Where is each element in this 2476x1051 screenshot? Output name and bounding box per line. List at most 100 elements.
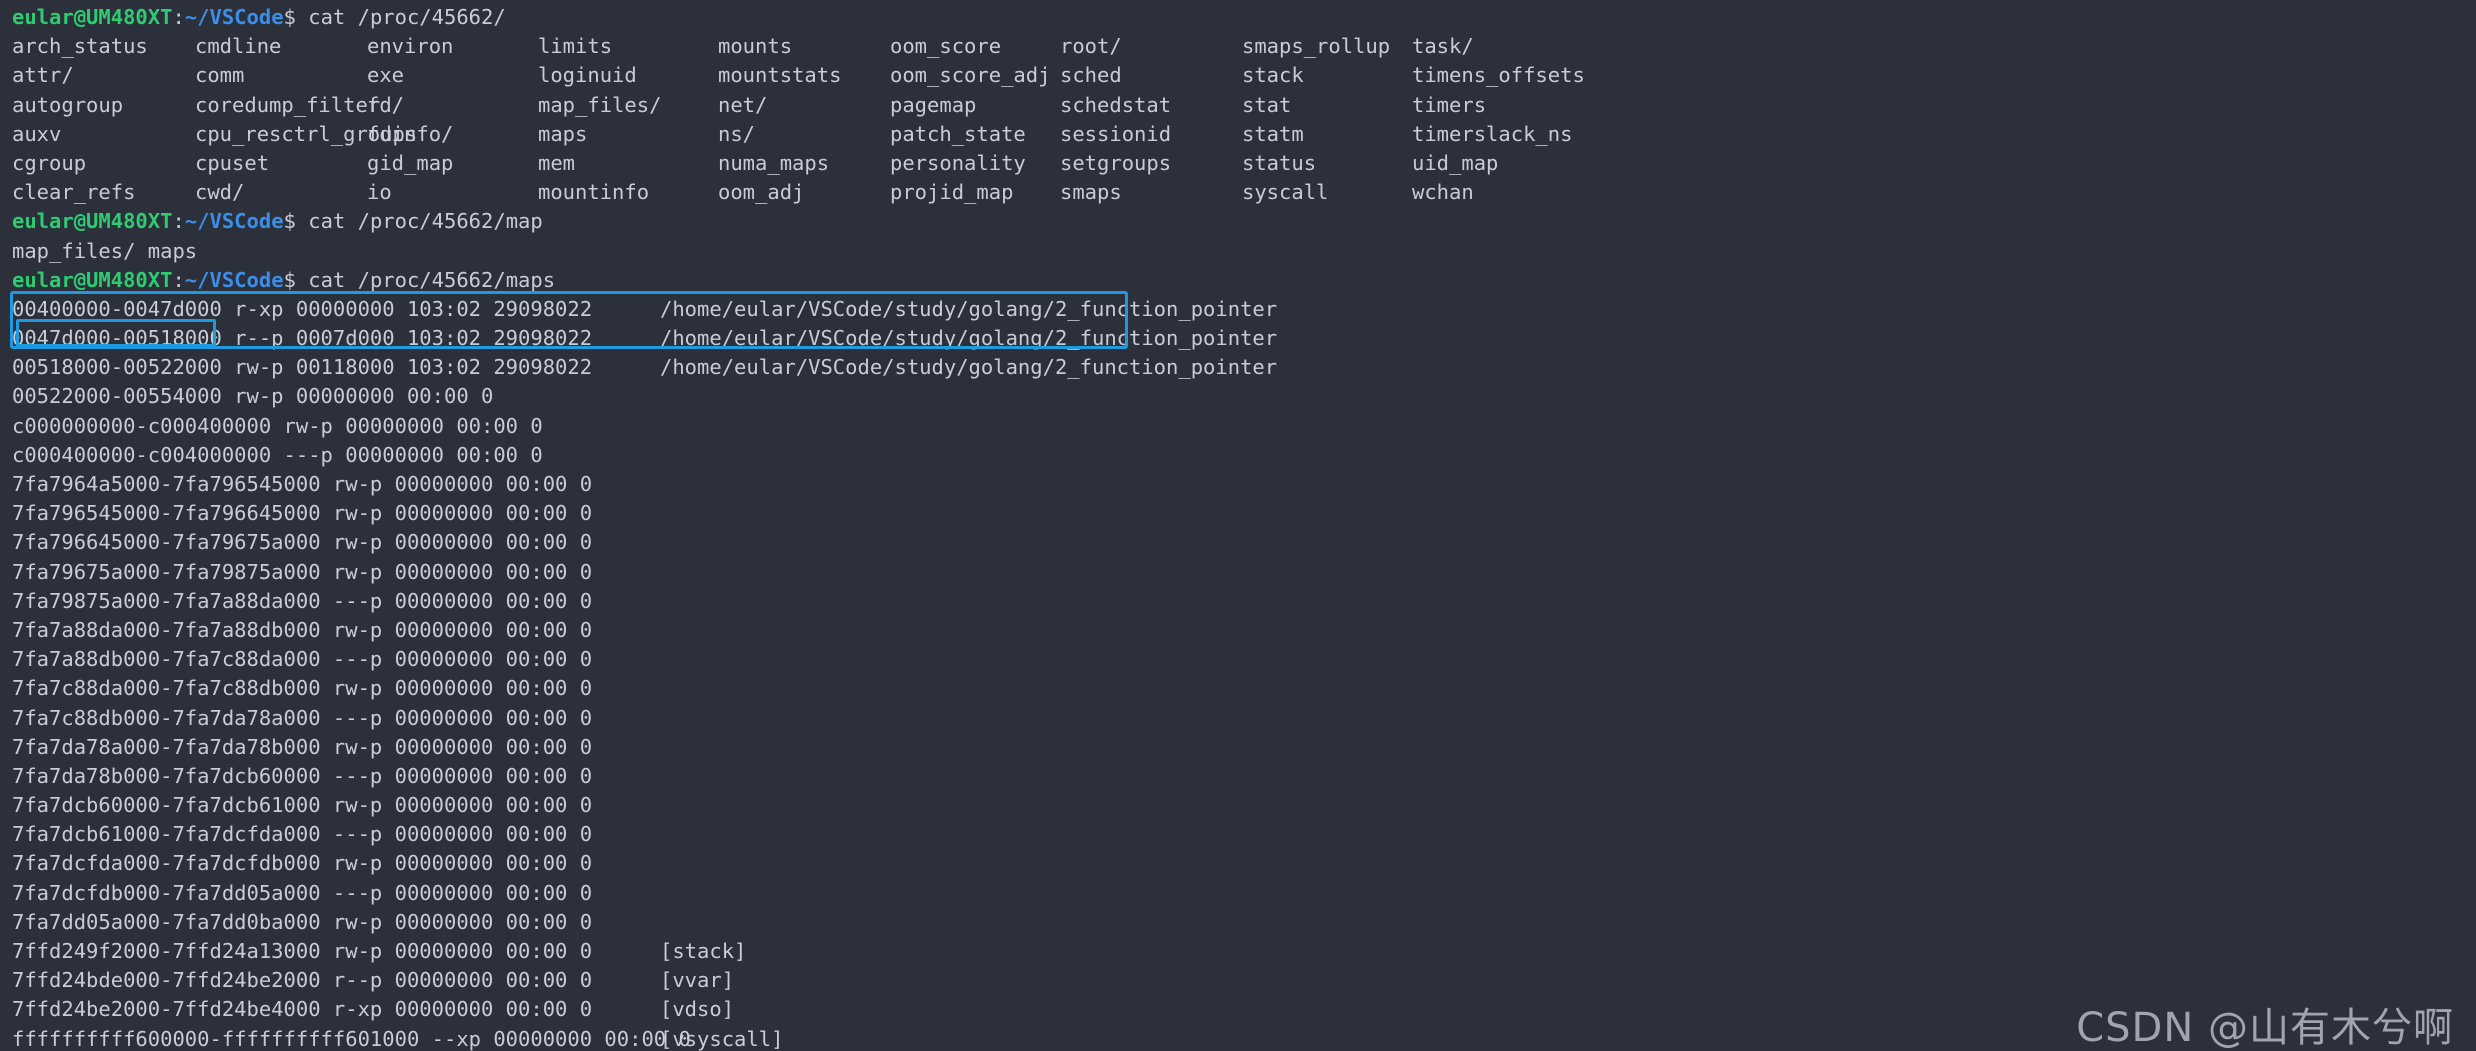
proc-entry: timers — [1412, 92, 1487, 117]
maps-address: 7fa79875a000-7fa7a88da000 ---p 00000000 … — [12, 588, 593, 613]
proc-entry: gid_map — [367, 150, 454, 175]
proc-entry: stat — [1242, 92, 1292, 117]
maps-row: c000400000-c004000000 ---p 00000000 00:0… — [0, 441, 2476, 470]
proc-entry: cgroup — [12, 150, 87, 175]
maps-address: 7fa7da78b000-7fa7dcb60000 ---p 00000000 … — [12, 763, 593, 788]
maps-path: [vvar] — [660, 968, 735, 993]
maps-row: 7fa796545000-7fa796645000 rw-p 00000000 … — [0, 499, 2476, 528]
maps-address: 7fa796545000-7fa796645000 rw-p 00000000 … — [12, 501, 593, 526]
maps-address: 00400000-0047d000 r-xp 00000000 103:02 2… — [12, 296, 593, 321]
maps-address: ffffffffff600000-ffffffffff601000 --xp 0… — [12, 1026, 691, 1051]
maps-row: 7fa7dcfdb000-7fa7dd05a000 ---p 00000000 … — [0, 879, 2476, 908]
maps-address: c000400000-c004000000 ---p 00000000 00:0… — [12, 442, 543, 467]
proc-entry: arch_status — [12, 34, 148, 59]
prompt-sigil: $ — [283, 267, 296, 292]
maps-address: 7fa7dcfda000-7fa7dcfdb000 rw-p 00000000 … — [12, 851, 593, 876]
proc-entry: autogroup — [12, 92, 124, 117]
proc-entry: task/ — [1412, 34, 1474, 59]
maps-row: 00518000-00522000 rw-p 00118000 103:02 2… — [0, 353, 2476, 382]
maps-row: 7fa7dcfda000-7fa7dcfdb000 rw-p 00000000 … — [0, 849, 2476, 878]
maps-address: 7fa7da78a000-7fa7da78b000 rw-p 00000000 … — [12, 734, 593, 759]
proc-listing-row: autogroup coredump_filter fd/ map_files/… — [0, 91, 2476, 120]
maps-address: 00522000-00554000 rw-p 00000000 00:00 0 — [12, 384, 494, 409]
prompt-cwd: ~/VSCode — [184, 209, 284, 234]
prompt-user-host: eular@UM480XT — [12, 5, 173, 29]
maps-path: /home/eular/VSCode/study/golang/2_functi… — [660, 355, 1278, 380]
maps-row: 7fa796645000-7fa79675a000 rw-p 00000000 … — [0, 528, 2476, 557]
proc-entry: ns/ — [718, 121, 756, 146]
proc-entry: environ — [367, 34, 454, 59]
proc-entry: root/ — [1060, 34, 1122, 59]
proc-entry: attr/ — [12, 63, 74, 88]
csdn-watermark: CSDN @山有木兮啊 — [2076, 1004, 2454, 1051]
maps-address: 7fa7964a5000-7fa796545000 rw-p 00000000 … — [12, 472, 593, 496]
command-text-3: cat /proc/45662/maps — [295, 267, 556, 292]
proc-entry: smaps_rollup — [1242, 34, 1391, 59]
maps-row: 7ffd24bde000-7ffd24be2000 r--p 00000000 … — [0, 966, 2476, 995]
proc-entry: schedstat — [1060, 92, 1172, 117]
maps-row: 7fa7da78b000-7fa7dcb60000 ---p 00000000 … — [0, 762, 2476, 791]
proc-entry: status — [1242, 150, 1317, 175]
maps-address: 7fa7dcb61000-7fa7dcfda000 ---p 00000000 … — [12, 822, 593, 847]
proc-entry: oom_adj — [718, 180, 805, 205]
maps-row: 7fa79875a000-7fa7a88da000 ---p 00000000 … — [0, 587, 2476, 616]
maps-row: 7fa79675a000-7fa79875a000 rw-p 00000000 … — [0, 558, 2476, 587]
maps-address: 7fa796645000-7fa79675a000 rw-p 00000000 … — [12, 530, 593, 555]
prompt-sigil: $ — [283, 5, 296, 29]
proc-entry: timens_offsets — [1412, 63, 1585, 88]
proc-entry: setgroups — [1060, 150, 1172, 175]
prompt-user-host: eular@UM480XT — [12, 209, 173, 234]
maps-row: 7fa7dcb61000-7fa7dcfda000 ---p 00000000 … — [0, 820, 2476, 849]
maps-address: 7ffd24bde000-7ffd24be2000 r--p 00000000 … — [12, 968, 593, 993]
proc-entry: fd/ — [367, 92, 405, 117]
proc-entry: cmdline — [195, 34, 282, 59]
proc-entry: oom_score — [890, 34, 1002, 59]
proc-entry: stack — [1242, 63, 1304, 88]
proc-entry: mountinfo — [538, 180, 650, 205]
maps-address: 7ffd249f2000-7ffd24a13000 rw-p 00000000 … — [12, 939, 593, 963]
maps-address: 7fa7dd05a000-7fa7dd0ba000 rw-p 00000000 … — [12, 909, 593, 934]
proc-listing-row: cgroup cpuset gid_map mem numa_maps pers… — [0, 149, 2476, 178]
maps-address: 00518000-00522000 rw-p 00118000 103:02 2… — [12, 355, 593, 380]
maps-row: c000000000-c000400000 rw-p 00000000 00:0… — [0, 412, 2476, 441]
maps-row: 7fa7c88da000-7fa7c88db000 rw-p 00000000 … — [0, 674, 2476, 703]
command-text-2: cat /proc/45662/map — [295, 209, 543, 234]
maps-path: /home/eular/VSCode/study/golang/2_functi… — [660, 326, 1278, 351]
maps-address: c000000000-c000400000 rw-p 00000000 00:0… — [12, 413, 543, 438]
proc-entry: pagemap — [890, 92, 977, 117]
proc-entry: fdinfo/ — [367, 121, 454, 146]
proc-entry: oom_score_adj — [890, 63, 1051, 88]
maps-path: [stack] — [660, 939, 747, 963]
proc-listing-row: arch_status cmdline environ limits mount… — [0, 32, 2476, 61]
maps-path: [vdso] — [660, 997, 735, 1022]
maps-address: 7fa79675a000-7fa79875a000 rw-p 00000000 … — [12, 559, 593, 584]
proc-entry: sched — [1060, 63, 1122, 88]
proc-entry: limits — [538, 34, 613, 59]
prompt-line-2: eular@UM480XT:~/VSCode$ cat /proc/45662/… — [0, 207, 2476, 236]
command-text-1: cat /proc/45662/ — [295, 5, 506, 29]
terminal-window: eular@UM480XT:~/VSCode$ cat /proc/45662/… — [0, 0, 2476, 1051]
proc-listing-row: clear_refs cwd/ io mountinfo oom_adj pro… — [0, 178, 2476, 207]
maps-row: 7ffd249f2000-7ffd24a13000 rw-p 00000000 … — [0, 937, 2476, 966]
maps-address: 7fa7a88da000-7fa7a88db000 rw-p 00000000 … — [12, 617, 593, 642]
maps-address: 7fa7c88db000-7fa7da78a000 ---p 00000000 … — [12, 705, 593, 730]
maps-row: 7fa7dd05a000-7fa7dd0ba000 rw-p 00000000 … — [0, 908, 2476, 937]
prompt-separator: : — [172, 209, 185, 234]
map-completion-text: map_files/ maps — [12, 238, 198, 263]
proc-entry: clear_refs — [12, 180, 136, 205]
proc-entry: wchan — [1412, 180, 1474, 205]
proc-entry: cpuset — [195, 150, 270, 175]
maps-row: 0047d000-00518000 r--p 0007d000 103:02 2… — [0, 324, 2476, 353]
proc-entry: mem — [538, 150, 576, 175]
maps-row: 7fa7dcb60000-7fa7dcb61000 rw-p 00000000 … — [0, 791, 2476, 820]
proc-entry: numa_maps — [718, 150, 830, 175]
maps-row: 00522000-00554000 rw-p 00000000 00:00 0 — [0, 382, 2476, 411]
prompt-line-3: eular@UM480XT:~/VSCode$ cat /proc/45662/… — [0, 266, 2476, 295]
proc-entry: patch_state — [890, 121, 1026, 146]
proc-entry: io — [367, 180, 392, 205]
maps-path: /home/eular/VSCode/study/golang/2_functi… — [660, 296, 1278, 321]
maps-address: 7fa7c88da000-7fa7c88db000 rw-p 00000000 … — [12, 676, 593, 701]
prompt-cwd: ~/VSCode — [184, 267, 284, 292]
proc-entry: coredump_filter — [195, 92, 381, 117]
proc-entry: cwd/ — [195, 180, 245, 205]
